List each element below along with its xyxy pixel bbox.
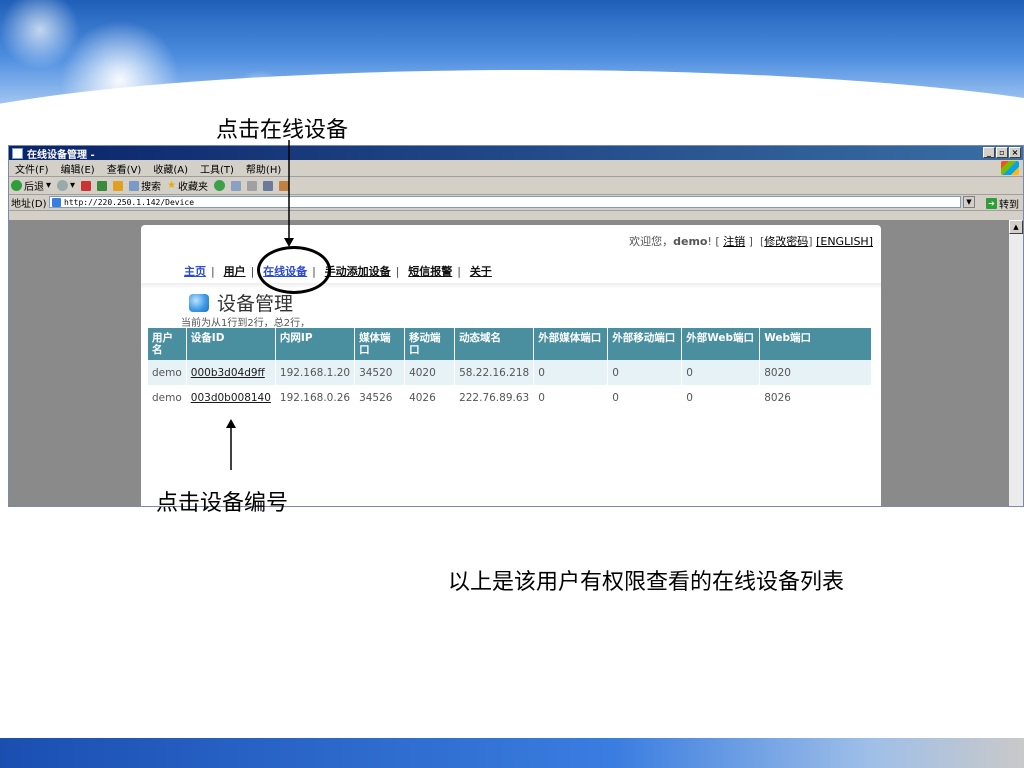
slide-footer-bar xyxy=(0,738,1024,768)
callout-device-id: 点击设备编号 xyxy=(156,491,289,516)
slide-caption: 以上是该用户有权限查看的在线设备列表 xyxy=(448,570,845,595)
highlight-circle xyxy=(257,246,331,294)
arrowhead-up-icon xyxy=(226,419,236,428)
annotation-arrows xyxy=(226,140,294,470)
